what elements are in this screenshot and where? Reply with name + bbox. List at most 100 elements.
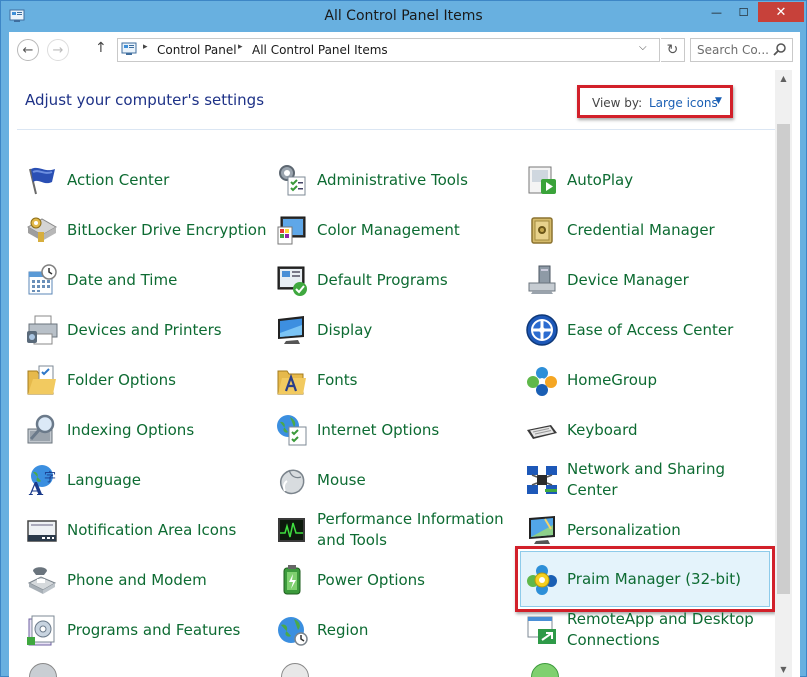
item-default-programs[interactable]: Default Programs <box>275 258 448 302</box>
item-performance[interactable]: Performance Information and Tools <box>275 508 517 552</box>
default-programs-icon <box>277 266 307 296</box>
scroll-up-button[interactable]: ▲ <box>775 70 792 87</box>
item-label: Keyboard <box>567 420 638 439</box>
vertical-scrollbar[interactable]: ▲ ▼ <box>775 70 792 677</box>
region-icon <box>278 617 308 646</box>
control-panel-window: All Control Panel Items — ☐ ✕ ← → ↑ ▸ Co… <box>0 0 807 677</box>
refresh-button[interactable]: ↻ <box>661 38 685 62</box>
item-autoplay[interactable]: AutoPlay <box>525 158 633 202</box>
breadcrumb-separator[interactable]: ▸ <box>143 42 148 52</box>
back-button[interactable]: ← <box>17 39 39 61</box>
item-label: Ease of Access Center <box>567 320 734 339</box>
maximize-button[interactable]: ☐ <box>730 2 757 22</box>
item-network-sharing[interactable]: Network and Sharing Center <box>525 458 737 502</box>
language-icon: A 字 <box>28 465 56 497</box>
item-label: Region <box>317 620 369 639</box>
item-indexing-options[interactable]: Indexing Options <box>25 408 194 452</box>
address-dropdown-icon[interactable]: ⌵ <box>639 42 647 53</box>
item-programs-and-features[interactable]: Programs and Features <box>25 608 240 652</box>
item-bitlocker[interactable]: BitLocker Drive Encryption <box>25 208 266 252</box>
scroll-thumb[interactable] <box>777 124 790 594</box>
annotation-highlight <box>515 546 775 612</box>
item-label: Fonts <box>317 370 358 389</box>
item-region[interactable]: Region <box>275 608 368 652</box>
navigation-bar: ← → ↑ ▸ Control Panel ▸ All Control Pane… <box>9 32 800 70</box>
item-ease-of-access[interactable]: Ease of Access Center <box>525 308 733 352</box>
partial-item-icon <box>281 663 311 677</box>
item-device-manager[interactable]: Device Manager <box>525 258 689 302</box>
item-label: Phone and Modem <box>67 570 207 589</box>
breadcrumb-all-items[interactable]: All Control Panel Items <box>252 43 388 57</box>
item-mouse[interactable]: Mouse <box>275 458 366 502</box>
item-label: Date and Time <box>67 270 178 289</box>
item-label: Network and Sharing Center <box>567 460 725 499</box>
indexing-icon <box>27 414 55 444</box>
control-panel-icon <box>121 42 137 55</box>
address-bar[interactable]: ▸ Control Panel ▸ All Control Panel Item… <box>117 38 660 62</box>
bitlocker-icon <box>26 217 58 242</box>
item-fonts[interactable]: Fonts <box>275 358 357 402</box>
item-label: Power Options <box>317 570 425 589</box>
item-color-management[interactable]: Color Management <box>275 208 460 252</box>
item-homegroup[interactable]: HomeGroup <box>525 358 657 402</box>
svg-text:字: 字 <box>44 469 56 484</box>
close-button[interactable]: ✕ <box>758 2 804 22</box>
scroll-down-button[interactable]: ▼ <box>775 661 792 677</box>
item-label: Performance Information and Tools <box>317 510 504 549</box>
display-icon <box>278 316 304 344</box>
item-label: HomeGroup <box>567 370 657 389</box>
item-phone-and-modem[interactable]: Phone and Modem <box>25 558 207 602</box>
personalization-icon <box>529 516 555 544</box>
printer-icon <box>27 315 58 345</box>
item-label: Devices and Printers <box>67 320 222 339</box>
item-label: Device Manager <box>567 270 689 289</box>
admin-tools-icon <box>279 165 306 196</box>
item-label: AutoPlay <box>567 170 634 189</box>
item-keyboard[interactable]: Keyboard <box>525 408 638 452</box>
item-language[interactable]: A 字 Language <box>25 458 141 502</box>
breadcrumb-separator[interactable]: ▸ <box>238 42 243 52</box>
item-label: Action Center <box>67 170 170 189</box>
title-bar[interactable]: All Control Panel Items — ☐ ✕ <box>1 1 806 32</box>
internet-options-icon <box>277 415 307 446</box>
item-power-options[interactable]: Power Options <box>275 558 425 602</box>
divider <box>17 129 783 130</box>
breadcrumb-control-panel[interactable]: Control Panel <box>157 43 237 57</box>
up-button[interactable]: ↑ <box>95 40 107 56</box>
item-label: BitLocker Drive Encryption <box>67 220 267 239</box>
item-label: Administrative Tools <box>317 170 468 189</box>
keyboard-icon <box>527 425 557 439</box>
item-label: Internet Options <box>317 420 440 439</box>
item-label: RemoteApp and Desktop Connections <box>567 610 754 649</box>
item-credential-manager[interactable]: Credential Manager <box>525 208 715 252</box>
item-label: Indexing Options <box>67 420 195 439</box>
search-input[interactable]: Search Co... <box>690 38 793 62</box>
item-label: Color Management <box>317 220 460 239</box>
item-date-and-time[interactable]: Date and Time <box>25 258 177 302</box>
folder-options-icon <box>27 365 56 395</box>
item-internet-options[interactable]: Internet Options <box>275 408 439 452</box>
view-by-control: View by: Large icons ▼ <box>577 85 733 118</box>
calendar-clock-icon <box>28 264 57 295</box>
autoplay-icon <box>528 166 556 194</box>
item-notification-area-icons[interactable]: Notification Area Icons <box>25 508 236 552</box>
item-administrative-tools[interactable]: Administrative Tools <box>275 158 468 202</box>
content-pane: Adjust your computer's settings View by:… <box>9 70 800 677</box>
item-devices-and-printers[interactable]: Devices and Printers <box>25 308 222 352</box>
item-action-center[interactable]: Action Center <box>25 158 169 202</box>
item-label: Default Programs <box>317 270 448 289</box>
chevron-down-icon[interactable]: ▼ <box>715 96 722 106</box>
item-label: Credential Manager <box>567 220 715 239</box>
view-by-dropdown[interactable]: Large icons <box>649 96 718 110</box>
forward-button[interactable]: → <box>47 39 69 61</box>
programs-features-icon <box>27 615 55 646</box>
item-folder-options[interactable]: Folder Options <box>25 358 176 402</box>
notification-area-icon <box>27 520 57 542</box>
item-label: Mouse <box>317 470 366 489</box>
item-remoteapp[interactable]: RemoteApp and Desktop Connections <box>525 608 757 652</box>
search-icon <box>773 43 786 56</box>
homegroup-icon <box>527 367 557 396</box>
item-label: Language <box>67 470 142 489</box>
item-display[interactable]: Display <box>275 308 372 352</box>
minimize-button[interactable]: — <box>703 2 730 22</box>
